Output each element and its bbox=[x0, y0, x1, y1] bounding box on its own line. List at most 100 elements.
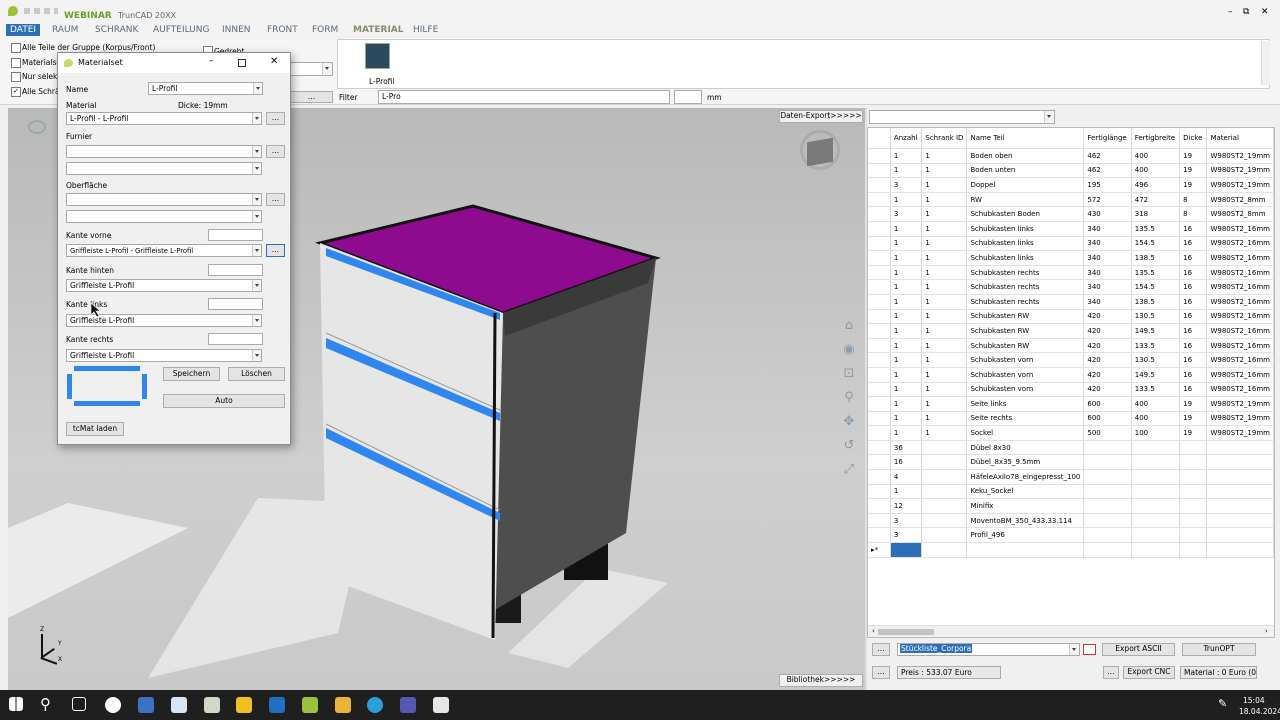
table-cell[interactable]: 16 bbox=[1179, 309, 1208, 325]
column-header[interactable]: Schrank ID bbox=[921, 128, 968, 149]
home-icon[interactable]: ⌂ bbox=[841, 314, 857, 338]
fit-view-icon[interactable]: ⤢ bbox=[841, 458, 857, 482]
row-selector[interactable] bbox=[868, 294, 891, 310]
table-cell[interactable] bbox=[921, 484, 968, 500]
material-combo[interactable]: L-Profil - L-Profil bbox=[66, 112, 262, 125]
table-row[interactable]: 3 1 Doppel 195 496 19 W980ST2_19mm bbox=[868, 177, 1274, 193]
table-cell[interactable]: 1 bbox=[890, 352, 923, 368]
table-cell[interactable] bbox=[1083, 440, 1132, 456]
table-cell[interactable] bbox=[921, 440, 968, 456]
table-cell[interactable]: 4 bbox=[890, 469, 923, 485]
table-cell[interactable]: W980ST2_16mm bbox=[1206, 236, 1274, 252]
table-cell[interactable]: W980ST2_19mm bbox=[1206, 411, 1274, 427]
column-header[interactable]: Fertigbreite bbox=[1131, 128, 1181, 149]
table-cell[interactable]: 19 bbox=[1179, 148, 1208, 164]
table-row[interactable]: 1 1 Schubkasten rechts 340 138.5 16 W980ST2_16… bbox=[868, 294, 1274, 310]
table-cell[interactable]: 400 bbox=[1131, 148, 1181, 164]
menu-material[interactable]: MATERIAL bbox=[353, 25, 404, 35]
table-cell[interactable]: 100 bbox=[1131, 425, 1181, 441]
table-cell[interactable]: 16 bbox=[1179, 279, 1208, 295]
table-cell[interactable]: W980ST2_16mm bbox=[1206, 367, 1274, 383]
app-icon-4[interactable] bbox=[204, 697, 220, 713]
table-row[interactable]: 1 1 Seite rechts 600 400 19 W980ST2_19mm bbox=[868, 411, 1274, 427]
ribbon-combo[interactable] bbox=[290, 62, 333, 76]
dialog-close-button[interactable]: ✕ bbox=[270, 56, 278, 67]
row-selector[interactable] bbox=[868, 221, 891, 237]
row-selector[interactable] bbox=[868, 163, 891, 179]
table-cell[interactable]: 496 bbox=[1131, 177, 1181, 193]
table-cell[interactable]: 16 bbox=[890, 454, 923, 471]
stueckliste-combo[interactable]: Stückliste_Corpora bbox=[897, 643, 1080, 656]
table-cell[interactable]: Schubkasten links bbox=[966, 250, 1085, 266]
table-cell[interactable]: HäfeleAxilo78_eingepresst_100 bbox=[966, 469, 1085, 485]
loeschen-button[interactable]: Löschen bbox=[228, 367, 285, 381]
table-cell[interactable] bbox=[1206, 454, 1274, 471]
table-row[interactable]: 1 1 Schubkasten RW 420 149.5 16 W980ST2_16mm bbox=[868, 323, 1274, 339]
table-cell[interactable]: W980ST2_8mm bbox=[1206, 206, 1274, 222]
cnc-dots-button[interactable]: ... bbox=[1103, 666, 1119, 679]
table-cell[interactable]: 16 bbox=[1179, 265, 1208, 281]
table-cell[interactable]: 400 bbox=[1131, 163, 1181, 179]
table-cell[interactable] bbox=[1131, 484, 1181, 500]
file-explorer-icon[interactable] bbox=[335, 697, 351, 713]
scroll-left-icon[interactable]: ‹ bbox=[872, 627, 875, 635]
table-cell[interactable]: 138.5 bbox=[1131, 250, 1181, 266]
table-cell[interactable]: 3 bbox=[890, 527, 923, 544]
table-cell[interactable]: Schubkasten Boden bbox=[966, 206, 1085, 222]
table-cell[interactable]: 318 bbox=[1131, 206, 1181, 222]
table-cell[interactable]: 1 bbox=[921, 309, 968, 325]
table-cell[interactable]: 16 bbox=[1179, 338, 1208, 354]
table-cell[interactable] bbox=[1179, 484, 1208, 500]
menu-schrank[interactable]: SCHRANK bbox=[95, 25, 138, 35]
table-cell[interactable]: 1 bbox=[921, 425, 968, 441]
app-icon-5[interactable] bbox=[236, 697, 252, 713]
table-cell[interactable] bbox=[921, 454, 968, 471]
table-row[interactable]: 1 1 Schubkasten rechts 340 135.5 16 W980ST2_16… bbox=[868, 265, 1274, 281]
table-cell[interactable]: 340 bbox=[1083, 250, 1132, 266]
new-row[interactable]: ▸* bbox=[868, 542, 1274, 558]
table-cell[interactable]: W980ST2_16mm bbox=[1206, 309, 1274, 325]
table-cell[interactable]: 16 bbox=[1179, 250, 1208, 266]
tcmat-laden-button[interactable]: tcMat laden bbox=[66, 422, 124, 436]
table-row[interactable]: 1 Keku_Sockel bbox=[868, 484, 1274, 500]
table-cell[interactable]: 1 bbox=[890, 425, 923, 441]
oberflaeche-combo-1[interactable] bbox=[66, 193, 262, 206]
table-cell[interactable]: 420 bbox=[1083, 309, 1132, 325]
table-cell[interactable]: 19 bbox=[1179, 411, 1208, 427]
table-cell[interactable]: Dübel 8x30 bbox=[966, 440, 1085, 456]
table-cell[interactable]: W980ST2_16mm bbox=[1206, 221, 1274, 237]
table-cell[interactable]: 19 bbox=[1179, 396, 1208, 412]
table-cell[interactable]: 420 bbox=[1083, 323, 1132, 339]
table-cell[interactable]: 138.5 bbox=[1131, 294, 1181, 310]
table-cell[interactable] bbox=[1131, 498, 1181, 514]
table-cell[interactable] bbox=[1131, 454, 1181, 471]
table-cell[interactable]: W980ST2_19mm bbox=[1206, 396, 1274, 412]
table-cell[interactable] bbox=[921, 498, 968, 514]
row-selector[interactable] bbox=[868, 177, 891, 193]
task-view-icon[interactable] bbox=[72, 697, 86, 711]
table-cell[interactable] bbox=[1083, 484, 1132, 500]
table-row[interactable]: 1 1 Boden unten 462 400 19 W980ST2_19mm bbox=[868, 163, 1274, 179]
table-cell[interactable]: 420 bbox=[1083, 338, 1132, 354]
daten-export-button[interactable]: Daten-Export>>>>> bbox=[779, 110, 863, 123]
table-cell[interactable]: 420 bbox=[1083, 352, 1132, 368]
ribbon-dots-button[interactable]: ... bbox=[290, 91, 333, 103]
new-row-active-cell[interactable] bbox=[890, 542, 923, 558]
row-selector[interactable] bbox=[868, 250, 891, 266]
table-row[interactable]: 1 1 Seite links 600 400 19 W980ST2_19mm bbox=[868, 396, 1274, 412]
table-row[interactable]: 1 1 Schubkasten links 340 154.5 16 W980ST2_16m… bbox=[868, 236, 1274, 252]
table-cell[interactable] bbox=[1179, 527, 1208, 544]
name-combo[interactable]: L-Profil bbox=[148, 82, 263, 95]
table-cell[interactable]: 462 bbox=[1083, 163, 1132, 179]
table-horizontal-scrollbar[interactable]: ‹ › bbox=[868, 625, 1274, 637]
table-row[interactable]: 36 Dübel 8x30 bbox=[868, 440, 1274, 456]
table-cell[interactable]: 1 bbox=[921, 192, 968, 208]
table-cell[interactable] bbox=[1083, 454, 1132, 471]
table-cell[interactable]: 16 bbox=[1179, 294, 1208, 310]
filter-input[interactable]: L-Pro bbox=[378, 90, 670, 104]
table-cell[interactable]: Profil_496 bbox=[966, 527, 1085, 544]
table-cell[interactable]: 420 bbox=[1083, 382, 1132, 398]
table-cell[interactable] bbox=[1083, 513, 1132, 529]
zoom-icon[interactable]: ⚲ bbox=[841, 386, 857, 410]
trunopt-button[interactable]: TrunOPT bbox=[1182, 643, 1256, 656]
